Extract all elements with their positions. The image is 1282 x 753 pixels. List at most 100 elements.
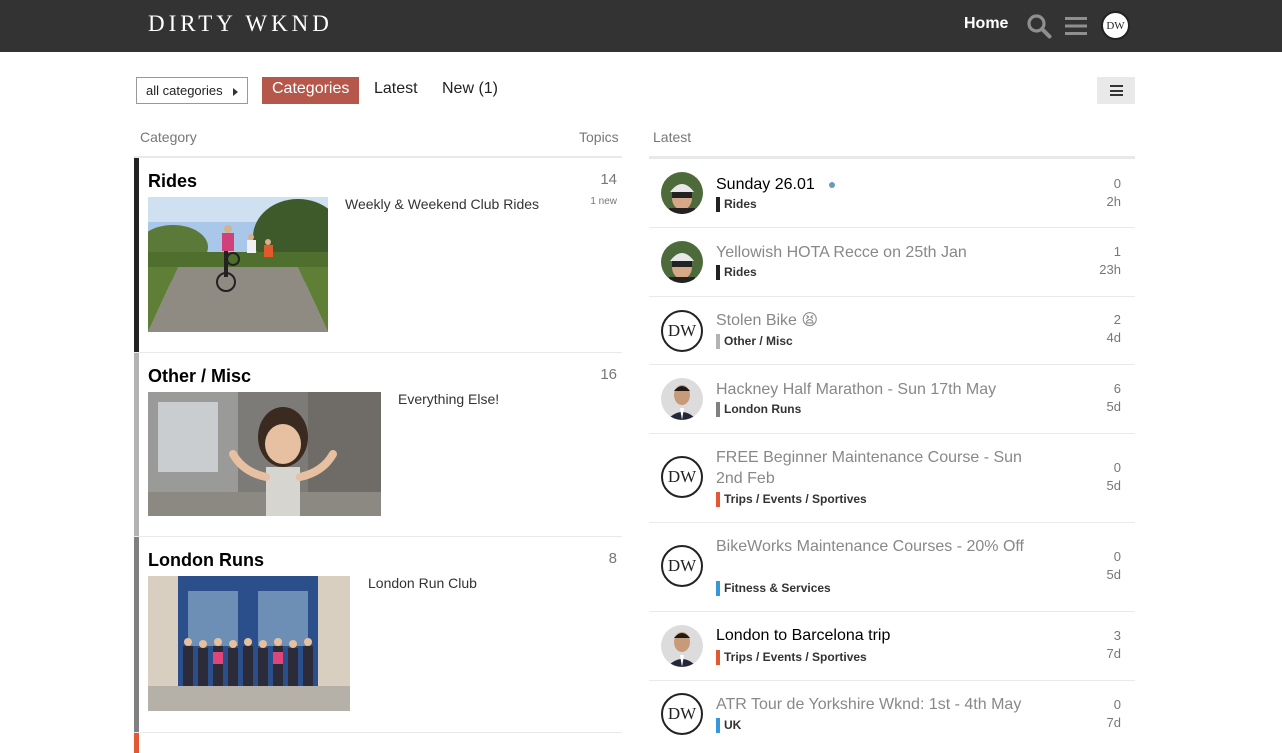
- category-topic-count: 8: [608, 550, 617, 567]
- topic-title[interactable]: Hackney Half Marathon - Sun 17th May: [716, 379, 1036, 400]
- topic-activity-age[interactable]: 5d: [1107, 478, 1121, 493]
- hamburger-menu-icon[interactable]: [1064, 14, 1088, 38]
- latest-column-header: Latest: [653, 129, 692, 145]
- site-logo[interactable]: DIRTY WKND: [148, 11, 333, 37]
- category-row-next: [134, 733, 622, 753]
- avatar[interactable]: DW: [661, 693, 703, 735]
- toggle-list-view-button[interactable]: [1097, 77, 1135, 104]
- category-color-bar: [134, 537, 139, 732]
- topic-title[interactable]: Sunday 26.01: [716, 174, 1036, 195]
- topic-replies: 0: [1113, 549, 1121, 564]
- avatar[interactable]: DW: [661, 456, 703, 498]
- avatar[interactable]: [661, 625, 703, 667]
- category-color-bar: [134, 733, 139, 753]
- category-name[interactable]: Other / Misc: [148, 366, 251, 387]
- topic-title[interactable]: Stolen Bike 😫: [716, 310, 1036, 331]
- category-row-rides[interactable]: Rides 14 1 new Weekly & Weekend Club Rid…: [134, 158, 622, 353]
- tab-new[interactable]: New (1): [432, 77, 508, 104]
- top-header: DIRTY WKND Home DW: [0, 0, 1282, 52]
- topic-category-badge[interactable]: Rides: [716, 265, 757, 280]
- avatar[interactable]: [661, 241, 703, 283]
- avatar[interactable]: [661, 378, 703, 420]
- topic-category-badge[interactable]: Fitness & Services: [716, 581, 831, 596]
- category-row-other-misc[interactable]: Other / Misc 16 Everything Else!: [134, 353, 622, 537]
- category-dropdown[interactable]: all categories: [136, 77, 248, 104]
- category-topic-count: 16: [600, 366, 617, 383]
- tab-latest[interactable]: Latest: [364, 77, 428, 104]
- topic-activity-age[interactable]: 7d: [1107, 715, 1121, 730]
- caret-right-icon: [233, 88, 238, 96]
- topic-row[interactable]: DW Stolen Bike 😫 Other / Misc 2 4d: [649, 297, 1135, 365]
- topic-title[interactable]: BikeWorks Maintenance Courses - 20% Off: [716, 536, 1036, 557]
- topic-row[interactable]: Yellowish HOTA Recce on 25th Jan Rides 1…: [649, 228, 1135, 297]
- topic-category-badge[interactable]: Other / Misc: [716, 334, 793, 349]
- topic-title[interactable]: London to Barcelona trip: [716, 625, 1036, 646]
- topic-category-badge[interactable]: UK: [716, 718, 741, 733]
- category-swatch: [716, 402, 720, 417]
- topic-category-badge[interactable]: Trips / Events / Sportives: [716, 650, 867, 665]
- topic-category-badge[interactable]: London Runs: [716, 402, 801, 417]
- topic-replies: 0: [1113, 697, 1121, 712]
- avatar[interactable]: [661, 172, 703, 214]
- current-user-avatar[interactable]: DW: [1101, 11, 1130, 40]
- topic-category-badge[interactable]: Rides: [716, 197, 757, 212]
- category-color-bar: [134, 353, 139, 536]
- list-icon-line: [1110, 94, 1123, 96]
- topic-row[interactable]: DW FREE Beginner Maintenance Course - Su…: [649, 434, 1135, 523]
- category-image-run-club: [148, 576, 350, 711]
- category-dropdown-label: all categories: [146, 83, 223, 98]
- topic-row[interactable]: DW BikeWorks Maintenance Courses - 20% O…: [649, 523, 1135, 612]
- category-swatch: [716, 265, 720, 280]
- category-image-shrugging-child: [148, 392, 381, 516]
- topic-replies: 6: [1113, 381, 1121, 396]
- topic-activity-age[interactable]: 4d: [1107, 330, 1121, 345]
- topic-replies: 2: [1113, 312, 1121, 327]
- topic-replies: 3: [1113, 628, 1121, 643]
- topic-activity-age[interactable]: 2h: [1107, 194, 1121, 209]
- category-color-bar: [134, 158, 139, 352]
- topic-activity-age[interactable]: 5d: [1107, 567, 1121, 582]
- category-swatch: [716, 334, 720, 349]
- category-swatch: [716, 718, 720, 733]
- topic-activity-age[interactable]: 7d: [1107, 646, 1121, 661]
- topic-activity-age[interactable]: 23h: [1099, 262, 1121, 277]
- category-swatch: [716, 581, 720, 596]
- topic-replies: 0: [1113, 176, 1121, 191]
- man-avatar-image: [661, 378, 703, 420]
- category-name[interactable]: Rides: [148, 171, 197, 192]
- topic-activity-age[interactable]: 5d: [1107, 399, 1121, 414]
- new-topic-dot: [828, 181, 835, 188]
- search-icon[interactable]: [1026, 13, 1052, 39]
- category-topic-count: 14: [600, 171, 617, 188]
- tab-categories[interactable]: Categories: [262, 77, 360, 104]
- category-column-header: Category: [140, 129, 197, 145]
- category-description: London Run Club: [368, 575, 477, 591]
- cyclist-avatar-image: [661, 241, 703, 283]
- topic-row[interactable]: Hackney Half Marathon - Sun 17th May Lon…: [649, 365, 1135, 434]
- avatar[interactable]: DW: [661, 310, 703, 352]
- topic-replies: 1: [1113, 244, 1121, 259]
- topic-row[interactable]: DW ATR Tour de Yorkshire Wknd: 1st - 4th…: [649, 681, 1135, 750]
- topic-row[interactable]: London to Barcelona trip Trips / Events …: [649, 612, 1135, 681]
- topic-title[interactable]: FREE Beginner Maintenance Course - Sun 2…: [716, 447, 1036, 489]
- topic-category-badge[interactable]: Trips / Events / Sportives: [716, 492, 867, 507]
- list-icon-line: [1110, 85, 1123, 87]
- category-swatch: [716, 650, 720, 665]
- category-description: Everything Else!: [398, 391, 500, 407]
- home-link[interactable]: Home: [964, 15, 1008, 33]
- man-avatar-image: [661, 625, 703, 667]
- topic-row[interactable]: Sunday 26.01 Rides 0 2h: [649, 159, 1135, 228]
- topic-title[interactable]: ATR Tour de Yorkshire Wknd: 1st - 4th Ma…: [716, 694, 1036, 715]
- category-swatch: [716, 492, 720, 507]
- category-name[interactable]: London Runs: [148, 550, 264, 571]
- avatar[interactable]: DW: [661, 545, 703, 587]
- cyclist-avatar-image: [661, 172, 703, 214]
- topic-replies: 0: [1113, 460, 1121, 475]
- topic-title[interactable]: Yellowish HOTA Recce on 25th Jan: [716, 242, 1036, 263]
- category-new-count[interactable]: 1 new: [590, 196, 617, 207]
- topics-column-header: Topics: [579, 129, 619, 145]
- category-image-cyclists: [148, 197, 328, 332]
- category-row-london-runs[interactable]: London Runs 8 London Run Club: [134, 537, 622, 733]
- category-description: Weekly & Weekend Club Rides: [345, 196, 540, 212]
- list-icon-line: [1110, 89, 1123, 92]
